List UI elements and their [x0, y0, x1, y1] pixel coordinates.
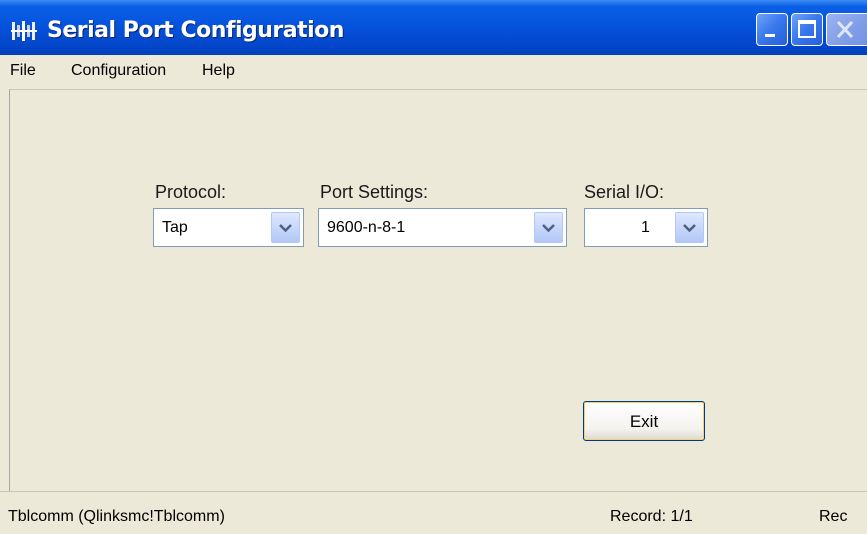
status-table-name: Tblcomm (Qlinksmc!Tblcomm) [8, 508, 225, 525]
serial-io-dropdown[interactable]: 1 [584, 208, 708, 247]
menu-help[interactable]: Help [202, 62, 235, 80]
close-icon [836, 20, 854, 39]
menu-configuration[interactable]: Configuration [71, 62, 166, 80]
window-title: Serial Port Configuration [47, 18, 344, 43]
serial-io-value: 1 [641, 219, 650, 236]
client-area [9, 89, 867, 492]
chevron-down-icon [542, 224, 555, 233]
maximize-icon [798, 20, 816, 38]
chevron-down-icon [279, 224, 292, 233]
status-record: Record: 1/1 [610, 508, 693, 525]
serial-io-dropdown-button[interactable] [675, 212, 704, 243]
port-settings-dropdown-button[interactable] [534, 212, 563, 243]
serial-io-label: Serial I/O: [584, 182, 665, 202]
protocol-label: Protocol: [155, 182, 227, 202]
app-icon [11, 19, 39, 43]
minimize-icon [765, 34, 775, 37]
maximize-button[interactable] [791, 13, 823, 46]
protocol-dropdown-button[interactable] [271, 212, 300, 243]
port-settings-dropdown[interactable]: 9600-n-8-1 [318, 208, 567, 247]
protocol-value: Tap [162, 219, 188, 236]
close-button[interactable] [826, 13, 867, 46]
minimize-button[interactable] [756, 13, 788, 46]
protocol-dropdown[interactable]: Tap [153, 208, 304, 247]
menu-file[interactable]: File [10, 62, 36, 80]
port-settings-label: Port Settings: [320, 182, 429, 202]
status-truncated: Rec [819, 508, 848, 525]
title-bar[interactable]: Serial Port Configuration [0, 0, 867, 55]
chevron-down-icon [683, 224, 696, 233]
exit-button[interactable]: Exit [583, 401, 705, 441]
port-settings-value: 9600-n-8-1 [327, 219, 406, 236]
